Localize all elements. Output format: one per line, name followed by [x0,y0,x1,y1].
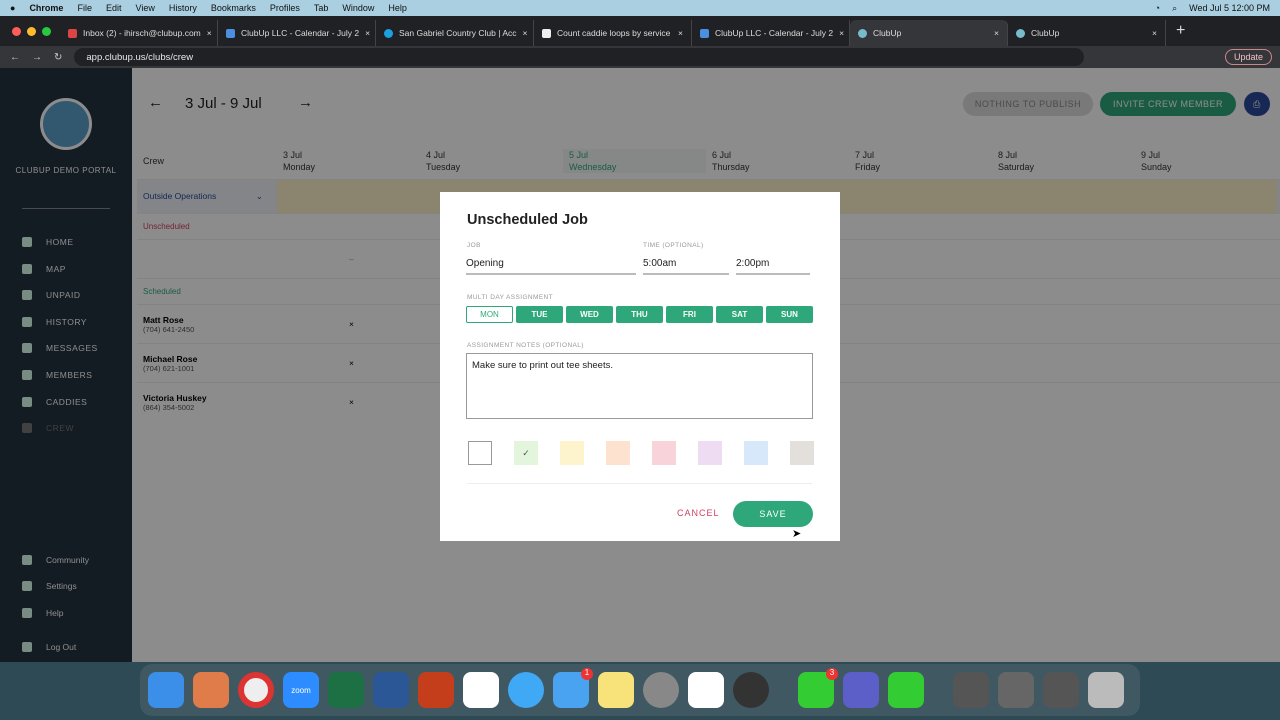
powerpoint-icon[interactable] [418,672,454,708]
close-icon[interactable]: × [523,28,528,38]
url-input[interactable]: app.clubup.us/clubs/crew [74,48,1085,66]
quicktime-icon[interactable] [733,672,769,708]
color-swatch-green-selected[interactable]: ✓ [514,441,538,465]
color-swatch-white[interactable] [468,441,492,465]
color-swatch-yellow[interactable] [560,441,584,465]
time-label: TIME (OPTIONAL) [643,242,704,249]
salesforce-icon [384,28,393,38]
clock[interactable]: Wed Jul 5 12:00 PM [1189,3,1270,14]
close-icon[interactable]: × [207,28,212,38]
excel-icon[interactable] [328,672,364,708]
zoom-icon[interactable]: zoom [283,672,319,708]
color-swatch-gray[interactable] [790,441,814,465]
day-toggle-mon[interactable]: MON [466,306,513,323]
notes-textarea[interactable]: Make sure to print out tee sheets. [466,353,813,419]
color-swatch-purple[interactable] [698,441,722,465]
menu-window[interactable]: Window [342,3,374,13]
close-icon[interactable]: × [678,28,683,38]
menu-help[interactable]: Help [388,3,407,13]
safari-icon[interactable] [508,672,544,708]
close-icon[interactable]: × [1152,28,1157,38]
menu-history[interactable]: History [169,3,197,13]
back-icon[interactable]: ← [10,52,20,63]
facetime-icon[interactable] [888,672,924,708]
day-toggle-thu[interactable]: THU [616,306,663,323]
color-swatch-orange[interactable] [606,441,630,465]
color-swatch-blue[interactable] [744,441,768,465]
menu-tab[interactable]: Tab [314,3,329,13]
day-toggle-tue[interactable]: TUE [516,306,563,323]
tab-calendar[interactable]: ClubUp LLC - Calendar - July 2 × [218,20,376,46]
save-button[interactable]: SAVE [733,501,813,527]
mail-icon[interactable]: 1 [553,668,593,708]
menu-app[interactable]: Chrome [29,3,63,13]
job-input[interactable]: Opening [466,258,636,275]
window-thumbnail-icon[interactable] [1043,672,1079,708]
gmail-icon [68,28,77,38]
messages-badge: 3 [826,668,838,680]
tab-clubup-active[interactable]: ClubUp × [850,20,1008,46]
tab-bar: Inbox (2) - ihirsch@clubup.com × ClubUp L… [0,16,1280,46]
mac-menubar: ● Chrome File Edit View History Bookmark… [0,0,1280,16]
forward-icon[interactable]: → [32,52,42,63]
multi-day-label: MULTI DAY ASSIGNMENT [467,294,554,301]
mail-badge: 1 [581,668,593,680]
window-thumbnail-icon[interactable] [953,672,989,708]
day-toggle-sat[interactable]: SAT [716,306,763,323]
menu-edit[interactable]: Edit [106,3,122,13]
menu-file[interactable]: File [77,3,92,13]
menu-profiles[interactable]: Profiles [270,3,300,13]
divider [467,483,812,484]
calendar-icon [226,28,235,38]
tab-doc[interactable]: Count caddie loops by service × [534,20,692,46]
close-icon[interactable]: × [839,28,844,38]
notes-icon[interactable] [598,672,634,708]
system-settings-icon[interactable] [643,672,679,708]
tab-salesforce[interactable]: San Gabriel Country Club | Acc × [376,20,534,46]
reminders-icon[interactable] [688,672,724,708]
finder-icon[interactable] [148,672,184,708]
clubup-icon [1016,28,1025,38]
day-toggle-group: MON TUE WED THU FRI SAT SUN [466,306,813,323]
day-toggle-fri[interactable]: FRI [666,306,713,323]
job-label: JOB [467,242,481,249]
menu-bookmarks[interactable]: Bookmarks [211,3,256,13]
calendar-icon [700,28,709,38]
wifi-icon[interactable]: ◔ [1155,3,1160,14]
end-time-input[interactable]: 2:00pm [736,258,810,275]
notes-label: ASSIGNMENT NOTES (OPTIONAL) [467,342,584,349]
trash-icon[interactable] [1088,672,1124,708]
window-thumbnail-icon[interactable] [998,672,1034,708]
clubup-icon [858,28,867,38]
color-swatch-pink[interactable] [652,441,676,465]
doc-icon [542,28,551,38]
teams-icon[interactable] [843,672,879,708]
word-icon[interactable] [373,672,409,708]
apple-icon[interactable]: ● [10,3,15,13]
modal-title: Unscheduled Job [467,212,588,228]
day-toggle-wed[interactable]: WED [566,306,613,323]
day-toggle-sun[interactable]: SUN [766,306,813,323]
cancel-button[interactable]: CANCEL [677,508,720,518]
menu-view[interactable]: View [135,3,154,13]
tab-clubup[interactable]: ClubUp × [1008,20,1166,46]
tab-calendar-2[interactable]: ClubUp LLC - Calendar - July 2 × [692,20,850,46]
start-time-input[interactable]: 5:00am [643,258,729,275]
new-tab-icon[interactable]: + [1176,22,1185,40]
messages-icon[interactable]: 3 [798,668,838,708]
address-bar-row: ← → ↻ app.clubup.us/clubs/crew Update [0,46,1280,68]
launchpad-icon[interactable] [193,672,229,708]
close-icon[interactable]: × [994,28,999,38]
dock: zoom 1 3 [140,664,1140,716]
reload-icon[interactable]: ↻ [54,52,62,63]
close-icon[interactable]: × [365,28,370,38]
search-icon[interactable]: ⌕ [1172,3,1177,14]
slack-icon[interactable] [463,672,499,708]
tab-gmail[interactable]: Inbox (2) - ihirsch@clubup.com × [60,20,218,46]
update-button[interactable]: Update [1224,49,1272,65]
chrome-icon[interactable] [238,672,274,708]
mouse-cursor-icon: ➤ [792,528,802,540]
window-controls[interactable] [12,27,51,36]
